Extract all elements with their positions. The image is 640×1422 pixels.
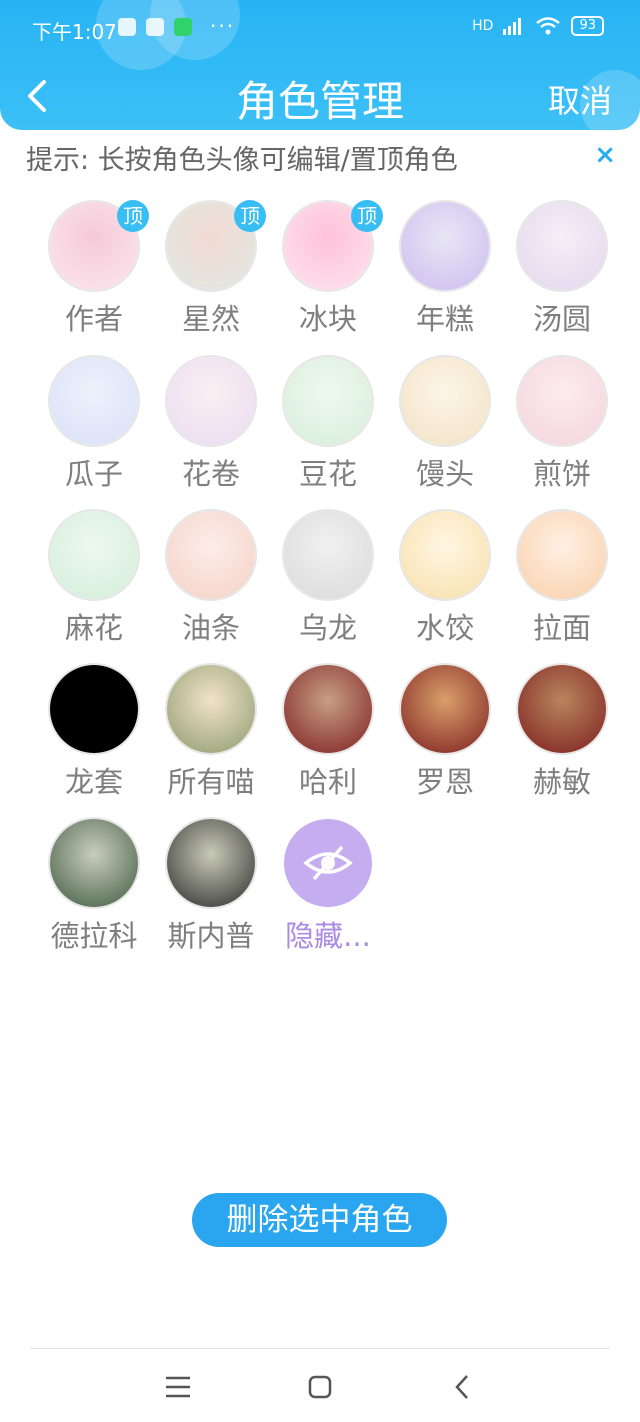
header: 下午1:07 ··· HD 93 角色管理 取消 bbox=[0, 0, 640, 130]
role-avatar[interactable] bbox=[401, 511, 489, 599]
role-name: 拉面 bbox=[532, 611, 591, 645]
role-avatar[interactable] bbox=[401, 202, 489, 290]
role-item[interactable]: 斯内普 bbox=[152, 813, 270, 963]
hidden-roles-icon[interactable] bbox=[284, 819, 372, 907]
role-item[interactable]: 花卷 bbox=[152, 351, 270, 501]
role-item[interactable]: 隐藏... bbox=[269, 813, 387, 963]
tip-text: 提示: 长按角色头像可编辑/置顶角色 bbox=[26, 145, 458, 176]
role-item[interactable]: 顶冰块 bbox=[269, 196, 387, 346]
wifi-icon bbox=[536, 17, 561, 35]
role-item[interactable]: 顶星然 bbox=[152, 196, 270, 346]
role-item[interactable]: 油条 bbox=[152, 505, 270, 655]
role-item[interactable]: 龙套 bbox=[35, 659, 153, 809]
role-avatar[interactable] bbox=[50, 665, 138, 753]
role-avatar[interactable] bbox=[50, 819, 138, 907]
role-item[interactable]: 年糕 bbox=[386, 196, 504, 346]
role-item[interactable]: 麻花 bbox=[35, 505, 153, 655]
role-item[interactable]: 煎饼 bbox=[503, 351, 621, 501]
role-item[interactable]: 哈利 bbox=[269, 659, 387, 809]
status-time: 下午1:07 bbox=[32, 20, 117, 44]
role-item[interactable]: 水饺 bbox=[386, 505, 504, 655]
role-avatar[interactable] bbox=[50, 511, 138, 599]
role-avatar[interactable] bbox=[167, 665, 255, 753]
role-avatar[interactable] bbox=[518, 511, 606, 599]
role-avatar[interactable] bbox=[518, 202, 606, 290]
role-avatar[interactable] bbox=[284, 665, 372, 753]
role-item[interactable]: 瓜子 bbox=[35, 351, 153, 501]
notification-icons bbox=[118, 18, 192, 36]
role-avatar[interactable] bbox=[518, 357, 606, 445]
menu-icon[interactable] bbox=[158, 1370, 198, 1404]
role-name: 赫敏 bbox=[532, 765, 591, 799]
title-bar: 角色管理 取消 bbox=[0, 60, 640, 130]
pinned-badge: 顶 bbox=[351, 200, 383, 232]
app-notification-icon bbox=[146, 18, 164, 36]
role-avatar[interactable] bbox=[401, 357, 489, 445]
shield-icon bbox=[174, 18, 192, 36]
home-icon[interactable] bbox=[300, 1370, 340, 1404]
role-item[interactable]: 馒头 bbox=[386, 351, 504, 501]
role-name: 煎饼 bbox=[532, 457, 591, 491]
more-notifications: ··· bbox=[210, 14, 236, 38]
cancel-button[interactable]: 取消 bbox=[548, 76, 612, 122]
role-item[interactable]: 拉面 bbox=[503, 505, 621, 655]
pinned-badge: 顶 bbox=[117, 200, 149, 232]
wechat-icon bbox=[118, 18, 136, 36]
role-avatar[interactable] bbox=[167, 819, 255, 907]
status-bar: 下午1:07 ··· HD 93 bbox=[0, 14, 640, 46]
role-avatar[interactable] bbox=[284, 511, 372, 599]
role-avatar[interactable] bbox=[401, 665, 489, 753]
role-item[interactable]: 罗恩 bbox=[386, 659, 504, 809]
page-title: 角色管理 bbox=[235, 77, 404, 126]
role-name: 隐藏... bbox=[285, 919, 371, 953]
role-item[interactable]: 乌龙 bbox=[269, 505, 387, 655]
role-name: 汤圆 bbox=[532, 302, 591, 336]
network-label: HD bbox=[472, 18, 494, 34]
role-item[interactable]: 德拉科 bbox=[35, 813, 153, 963]
role-avatar[interactable] bbox=[167, 511, 255, 599]
nav-back-icon[interactable] bbox=[442, 1370, 482, 1404]
role-avatar[interactable] bbox=[167, 357, 255, 445]
nav-divider bbox=[30, 1348, 610, 1349]
role-avatar[interactable] bbox=[50, 357, 138, 445]
role-item[interactable]: 豆花 bbox=[269, 351, 387, 501]
signal-icon bbox=[503, 18, 522, 35]
close-tip-icon[interactable]: × bbox=[594, 140, 616, 170]
role-item[interactable]: 赫敏 bbox=[503, 659, 621, 809]
role-avatar[interactable] bbox=[518, 665, 606, 753]
role-item[interactable]: 所有喵 bbox=[152, 659, 270, 809]
status-right: HD 93 bbox=[472, 16, 604, 36]
role-item[interactable]: 汤圆 bbox=[503, 196, 621, 346]
battery-indicator: 93 bbox=[571, 16, 604, 36]
role-item[interactable]: 顶作者 bbox=[35, 196, 153, 346]
role-avatar[interactable] bbox=[284, 357, 372, 445]
delete-selected-roles-button[interactable]: 删除选中角色 bbox=[192, 1193, 447, 1247]
pinned-badge: 顶 bbox=[234, 200, 266, 232]
